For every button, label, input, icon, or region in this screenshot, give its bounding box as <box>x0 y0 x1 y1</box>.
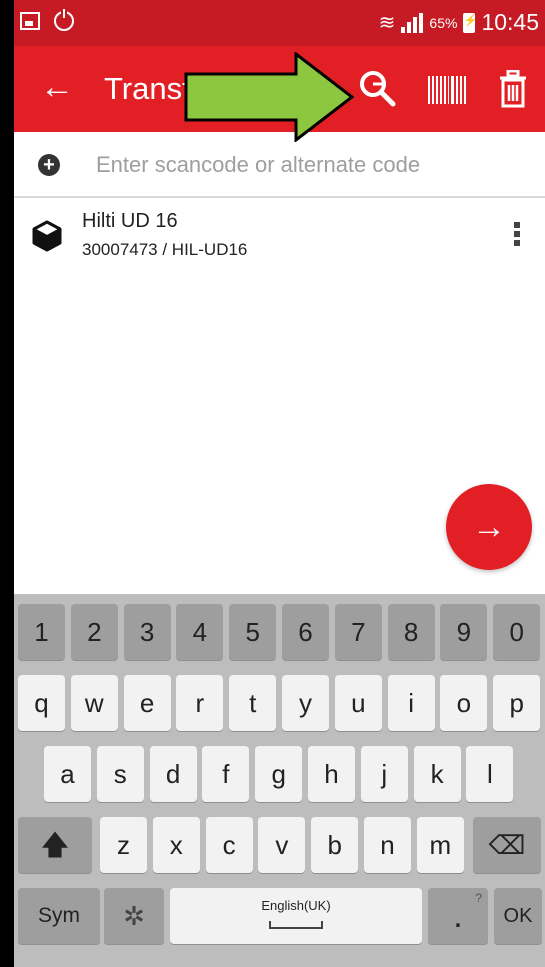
scancode-input[interactable] <box>94 146 528 184</box>
letter-key-p[interactable]: p <box>493 675 541 731</box>
letter-key-r[interactable]: r <box>176 675 224 731</box>
number-key-3[interactable]: 3 <box>123 604 171 660</box>
number-key-2[interactable]: 2 <box>70 604 118 660</box>
on-screen-keyboard: 1234567890 qwertyuiop asdfghjkl 🡅 zxcvbn… <box>14 594 545 967</box>
battery-percent: 65% <box>429 14 458 31</box>
letter-key-o[interactable]: o <box>440 675 488 731</box>
backspace-icon: ⌫ <box>488 830 526 860</box>
item-code: 30007473 / HIL-UD16 <box>82 240 248 259</box>
period-key[interactable]: ? . <box>428 888 488 944</box>
number-key-5[interactable]: 5 <box>229 604 277 660</box>
next-fab-button[interactable]: → <box>446 484 532 570</box>
clock: 10:45 <box>481 9 539 35</box>
item-name: Hilti UD 16 <box>82 210 178 232</box>
sym-key[interactable]: Sym <box>18 888 100 944</box>
letter-key-d[interactable]: d <box>149 746 197 802</box>
barcode-icon[interactable] <box>428 76 466 104</box>
space-language-label: English(UK) <box>261 898 331 913</box>
letter-key-n[interactable]: n <box>364 817 411 873</box>
image-notification-icon <box>20 12 40 30</box>
letter-key-a[interactable]: a <box>44 746 91 802</box>
letter-key-w[interactable]: w <box>70 675 118 731</box>
number-key-1[interactable]: 1 <box>18 604 65 660</box>
more-options-icon[interactable] <box>514 222 520 246</box>
phone-screen: ≋ 65% 10:45 ← Transf <box>14 0 545 967</box>
letter-key-f[interactable]: f <box>202 746 250 802</box>
search-icon[interactable] <box>357 68 397 108</box>
letter-key-j[interactable]: j <box>360 746 408 802</box>
settings-key[interactable]: ✲ <box>104 888 164 944</box>
letter-key-t[interactable]: t <box>229 675 277 731</box>
ok-key[interactable]: OK <box>494 888 542 944</box>
letter-key-h[interactable]: h <box>308 746 355 802</box>
power-notification-icon <box>54 9 74 31</box>
letter-key-m[interactable]: m <box>416 817 464 873</box>
number-key-9[interactable]: 9 <box>440 604 488 660</box>
space-bar-icon <box>269 921 323 929</box>
backspace-key[interactable]: ⌫ <box>473 817 541 873</box>
page-title: Transf <box>104 71 191 106</box>
letter-key-k[interactable]: k <box>413 746 461 802</box>
signal-icon <box>401 12 424 33</box>
gear-icon: ✲ <box>123 901 145 931</box>
status-bar: ≋ 65% 10:45 <box>14 0 545 46</box>
letter-key-u[interactable]: u <box>334 675 382 731</box>
letter-key-b[interactable]: b <box>311 817 359 873</box>
number-key-6[interactable]: 6 <box>282 604 329 660</box>
letter-key-g[interactable]: g <box>255 746 303 802</box>
add-circle-icon[interactable]: + <box>38 154 60 176</box>
highlight-arrow-annotation <box>184 52 354 142</box>
letter-key-c[interactable]: c <box>205 817 253 873</box>
number-key-8[interactable]: 8 <box>387 604 435 660</box>
letter-key-z[interactable]: z <box>100 817 147 873</box>
letter-key-l[interactable]: l <box>466 746 514 802</box>
back-arrow-icon[interactable]: ← <box>40 70 74 104</box>
cube-icon <box>32 220 62 252</box>
shift-key[interactable]: 🡅 <box>18 817 92 873</box>
trash-icon[interactable] <box>499 70 527 108</box>
letter-key-i[interactable]: i <box>387 675 435 731</box>
letter-key-q[interactable]: q <box>18 675 65 731</box>
battery-charging-icon <box>463 12 477 33</box>
number-key-7[interactable]: 7 <box>334 604 382 660</box>
number-key-0[interactable]: 0 <box>493 604 541 660</box>
letter-key-e[interactable]: e <box>123 675 171 731</box>
letter-key-v[interactable]: v <box>258 817 306 873</box>
letter-key-x[interactable]: x <box>152 817 200 873</box>
letter-key-y[interactable]: y <box>282 675 329 731</box>
list-item[interactable]: Hilti UD 16 30007473 / HIL-UD16 <box>14 198 545 274</box>
letter-key-s[interactable]: s <box>96 746 144 802</box>
period-hint: ? <box>475 891 482 905</box>
number-key-4[interactable]: 4 <box>176 604 224 660</box>
wifi-icon: ≋ <box>378 12 396 34</box>
space-key[interactable]: English(UK) <box>170 888 422 944</box>
